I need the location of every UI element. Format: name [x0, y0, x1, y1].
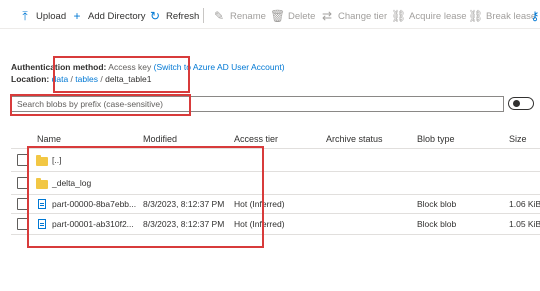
- row-access-tier: Hot (Inferred): [234, 199, 285, 209]
- delete-button[interactable]: 🗑 Delete: [270, 8, 315, 24]
- breadcrumb-separator: /: [70, 74, 73, 84]
- switch-auth-link[interactable]: (Switch to Azure AD User Account): [154, 62, 285, 72]
- show-deleted-toggle[interactable]: [508, 97, 534, 110]
- row-divider: [11, 194, 540, 195]
- row-name[interactable]: part-00000-8ba7ebb...: [52, 199, 136, 209]
- column-header-access-tier[interactable]: Access tier: [234, 134, 278, 144]
- rename-icon: ✎: [213, 9, 225, 23]
- folder-icon: [36, 155, 48, 166]
- location-label: Location:: [11, 74, 50, 84]
- acquire-lease-label: Acquire lease: [409, 10, 467, 22]
- rename-button[interactable]: ✎ Rename: [212, 8, 266, 24]
- upload-label: Upload: [36, 10, 67, 22]
- key-icon: ⚷: [530, 9, 540, 23]
- column-header-name[interactable]: Name: [37, 134, 61, 144]
- row-checkbox[interactable]: [17, 198, 29, 210]
- header-divider: [11, 148, 540, 149]
- row-access-tier: Hot (Inferred): [234, 219, 285, 229]
- toolbar-separator: [203, 8, 204, 23]
- broken-link-icon: ⛓: [468, 9, 484, 23]
- plus-icon: +: [73, 9, 81, 23]
- breadcrumb-item-tables[interactable]: tables: [75, 74, 98, 84]
- break-lease-button[interactable]: ⛓ Break lease: [468, 8, 536, 24]
- add-directory-button[interactable]: + Add Directory: [70, 8, 146, 24]
- column-header-blob-type[interactable]: Blob type: [417, 134, 455, 144]
- delete-label: Delete: [288, 10, 316, 22]
- more-button[interactable]: ⚷: [528, 8, 540, 24]
- row-checkbox[interactable]: [17, 154, 29, 166]
- row-divider: [11, 171, 540, 172]
- column-header-modified[interactable]: Modified: [143, 134, 177, 144]
- auth-method-value: Access key: [108, 62, 152, 72]
- row-name[interactable]: part-00001-ab310f2...: [52, 219, 134, 229]
- change-tier-label: Change tier: [338, 10, 388, 22]
- row-checkbox[interactable]: [17, 177, 29, 189]
- breadcrumb-item-data[interactable]: data: [52, 74, 69, 84]
- row-size: 1.06 KiB: [509, 199, 540, 209]
- row-blob-type: Block blob: [417, 219, 457, 229]
- trash-icon: 🗑: [270, 9, 286, 23]
- file-icon: [38, 219, 46, 229]
- rename-label: Rename: [230, 10, 266, 22]
- file-icon: [38, 199, 46, 209]
- row-size: 1.05 KiB: [509, 219, 540, 229]
- swap-icon: ⇄: [321, 9, 333, 23]
- upload-button[interactable]: ⤒ Upload: [18, 8, 66, 24]
- breadcrumb-separator: /: [100, 74, 103, 84]
- auth-method-row: Authentication method: Access key (Switc…: [11, 62, 285, 72]
- row-divider: [11, 213, 540, 214]
- auth-method-label: Authentication method:: [11, 62, 107, 72]
- row-name[interactable]: _delta_log: [52, 178, 91, 188]
- row-blob-type: Block blob: [417, 199, 457, 209]
- change-tier-button[interactable]: ⇄ Change tier: [320, 8, 387, 24]
- link-icon: ⛓: [391, 9, 407, 23]
- row-checkbox[interactable]: [17, 218, 29, 230]
- breadcrumb: Location: data / tables / delta_table1: [11, 74, 151, 84]
- row-name[interactable]: [..]: [52, 155, 61, 165]
- add-directory-label: Add Directory: [88, 10, 146, 22]
- command-bar: ⤒ Upload + Add Directory ↻ Refresh ✎ Ren…: [0, 0, 540, 29]
- upload-icon: ⤒: [22, 9, 28, 23]
- row-modified: 8/3/2023, 8:12:37 PM: [143, 219, 225, 229]
- toggle-knob: [513, 100, 520, 107]
- refresh-label: Refresh: [166, 10, 200, 22]
- breadcrumb-item-current: delta_table1: [105, 74, 152, 84]
- highlight-box-files: [27, 146, 264, 248]
- row-modified: 8/3/2023, 8:12:37 PM: [143, 199, 225, 209]
- refresh-button[interactable]: ↻ Refresh: [148, 8, 199, 24]
- row-divider: [11, 234, 540, 235]
- refresh-icon: ↻: [149, 9, 161, 23]
- search-input[interactable]: Search blobs by prefix (case-sensitive): [11, 96, 504, 112]
- column-header-size[interactable]: Size: [509, 134, 527, 144]
- column-header-archive-status[interactable]: Archive status: [326, 134, 383, 144]
- folder-icon: [36, 178, 48, 189]
- acquire-lease-button[interactable]: ⛓ Acquire lease: [391, 8, 467, 24]
